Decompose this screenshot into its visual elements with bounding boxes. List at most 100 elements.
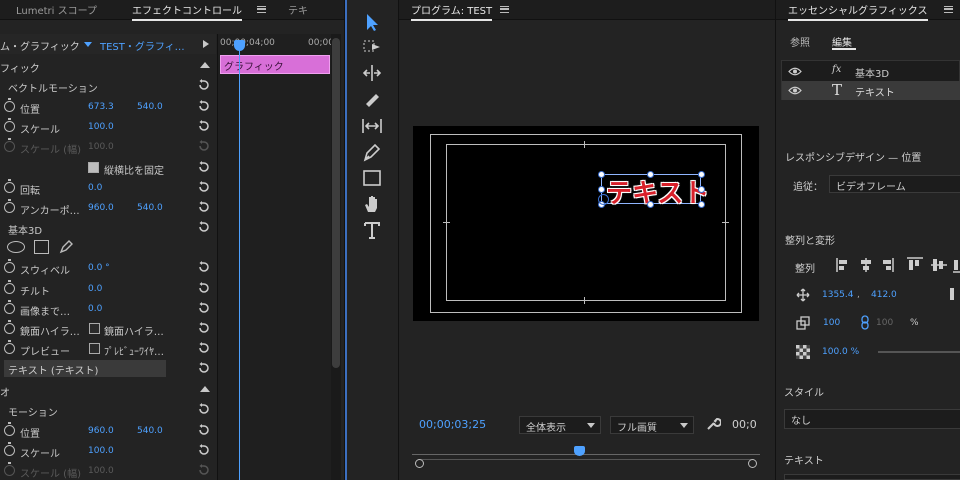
master-clip-label[interactable]: ム・グラフィック bbox=[0, 38, 80, 53]
reset-icon[interactable] bbox=[197, 119, 211, 133]
stopwatch-icon[interactable] bbox=[4, 340, 15, 354]
position-x-value[interactable]: 673.3 bbox=[88, 102, 114, 112]
stopwatch-icon[interactable] bbox=[4, 320, 15, 334]
stopwatch-icon[interactable] bbox=[4, 300, 15, 314]
tab-browse[interactable]: 参照 bbox=[790, 34, 810, 49]
transform-handle[interactable] bbox=[598, 171, 605, 178]
reset-icon[interactable] bbox=[197, 220, 211, 234]
anchor-y-value[interactable]: 540.0 bbox=[137, 203, 163, 213]
transform-handle[interactable] bbox=[698, 171, 705, 178]
track-select-tool-icon[interactable] bbox=[360, 36, 384, 58]
motion-scale-value[interactable]: 100.0 bbox=[88, 446, 114, 456]
transform-handle[interactable] bbox=[698, 186, 705, 193]
swivel-value[interactable]: 0.0 ° bbox=[88, 263, 110, 273]
reset-icon[interactable] bbox=[197, 361, 211, 375]
program-time-ruler[interactable] bbox=[412, 444, 760, 470]
stopwatch-icon[interactable] bbox=[4, 118, 15, 132]
reset-icon[interactable] bbox=[197, 78, 211, 92]
align-center-v-icon[interactable] bbox=[931, 259, 947, 271]
reset-icon[interactable] bbox=[197, 99, 211, 113]
reset-icon[interactable] bbox=[197, 301, 211, 315]
preview-wire-checkbox[interactable] bbox=[89, 343, 100, 355]
eye-icon[interactable] bbox=[788, 86, 802, 95]
zoom-scroll-end-handle[interactable] bbox=[748, 459, 757, 468]
tab-edit[interactable]: 編集 bbox=[832, 34, 852, 49]
zoom-scroll-start-handle[interactable] bbox=[415, 459, 424, 468]
playhead-handle[interactable] bbox=[574, 446, 585, 456]
stopwatch-icon[interactable] bbox=[4, 422, 15, 436]
eg-opacity-value[interactable]: 100.0 % bbox=[822, 347, 859, 357]
reset-icon[interactable] bbox=[197, 443, 211, 457]
follow-select[interactable]: ビデオフレーム bbox=[829, 175, 960, 193]
panel-menu-icon[interactable] bbox=[257, 4, 266, 15]
reset-icon[interactable] bbox=[197, 281, 211, 295]
align-right-icon[interactable] bbox=[883, 258, 894, 272]
transform-handle[interactable] bbox=[647, 171, 654, 178]
text-bounding-box[interactable]: テキスト bbox=[601, 174, 709, 209]
reset-icon[interactable] bbox=[197, 321, 211, 335]
scale-value[interactable]: 100.0 bbox=[88, 122, 114, 132]
transform-handle[interactable] bbox=[647, 201, 654, 208]
playhead-handle[interactable] bbox=[234, 40, 245, 51]
anchor-x-value[interactable]: 960.0 bbox=[88, 203, 114, 213]
play-triangle-icon[interactable] bbox=[203, 40, 209, 48]
link-icon[interactable] bbox=[860, 315, 870, 330]
position-y-value[interactable]: 540.0 bbox=[137, 102, 163, 112]
effect-controls-scrollbar[interactable] bbox=[331, 34, 341, 480]
reset-icon[interactable] bbox=[197, 402, 211, 416]
playback-resolution-select[interactable]: フル画質 bbox=[610, 416, 694, 434]
align-center-h-icon[interactable] bbox=[861, 258, 871, 272]
tab-lumetri-scopes[interactable]: Lumetri スコープ bbox=[16, 2, 97, 17]
layer-item[interactable]: T テキスト bbox=[782, 81, 960, 100]
hand-tool-icon[interactable] bbox=[360, 193, 384, 215]
align-left-icon[interactable] bbox=[836, 258, 847, 272]
layer-item[interactable]: fx 基本3D bbox=[782, 62, 960, 81]
pen-tool-icon[interactable] bbox=[360, 141, 384, 163]
pen-mask-icon[interactable] bbox=[58, 239, 74, 255]
tab-effect-controls[interactable]: エフェクトコントロール bbox=[132, 2, 242, 21]
sequence-clip-label[interactable]: TEST・グラフィ… bbox=[100, 38, 185, 53]
chevron-down-icon[interactable] bbox=[84, 42, 92, 47]
eye-icon[interactable] bbox=[788, 67, 802, 76]
type-tool-icon[interactable] bbox=[360, 219, 384, 241]
wrench-icon[interactable] bbox=[705, 416, 721, 432]
ripple-edit-tool-icon[interactable] bbox=[360, 62, 384, 84]
rectangle-mask-icon[interactable] bbox=[34, 240, 49, 254]
reset-icon[interactable] bbox=[197, 160, 211, 174]
graphic-clip[interactable]: グラフィック bbox=[220, 55, 330, 74]
collapse-icon[interactable] bbox=[200, 386, 210, 392]
reset-icon[interactable] bbox=[197, 341, 211, 355]
stopwatch-icon[interactable] bbox=[4, 179, 15, 193]
anchor-position-icon[interactable] bbox=[950, 288, 954, 300]
stopwatch-icon[interactable] bbox=[4, 98, 15, 112]
transform-handle[interactable] bbox=[698, 201, 705, 208]
collapse-icon[interactable] bbox=[200, 62, 210, 68]
zoom-level-select[interactable]: 全体表示 bbox=[519, 416, 601, 434]
ellipse-mask-icon[interactable] bbox=[7, 241, 25, 253]
specular-checkbox[interactable] bbox=[89, 323, 100, 335]
tilt-value[interactable]: 0.0 bbox=[88, 284, 102, 294]
panel-menu-icon[interactable] bbox=[500, 4, 509, 15]
rectangle-tool-icon[interactable] bbox=[360, 167, 384, 189]
reset-icon[interactable] bbox=[197, 180, 211, 194]
stopwatch-icon[interactable] bbox=[4, 199, 15, 213]
selection-tool-icon[interactable] bbox=[360, 11, 384, 33]
style-select[interactable]: なし bbox=[784, 409, 960, 429]
uniform-scale-checkbox[interactable] bbox=[88, 162, 99, 174]
align-top-icon[interactable] bbox=[907, 257, 923, 270]
reset-icon[interactable] bbox=[197, 423, 211, 437]
reset-icon[interactable] bbox=[197, 260, 211, 274]
eg-position-y[interactable]: 412.0 bbox=[871, 290, 897, 300]
anchor-point-icon[interactable] bbox=[598, 194, 609, 205]
essential-graphics-title[interactable]: エッセンシャルグラフィックス bbox=[788, 2, 928, 21]
transform-handle[interactable] bbox=[598, 186, 605, 193]
motion-position-y-value[interactable]: 540.0 bbox=[137, 426, 163, 436]
playhead-timecode[interactable]: 00;00;03;25 bbox=[419, 418, 486, 431]
slip-tool-icon[interactable] bbox=[360, 115, 384, 137]
eg-position-x[interactable]: 1355.4 bbox=[822, 290, 854, 300]
rotation-value[interactable]: 0.0 bbox=[88, 183, 102, 193]
motion-position-x-value[interactable]: 960.0 bbox=[88, 426, 114, 436]
stopwatch-icon[interactable] bbox=[4, 442, 15, 456]
program-monitor-viewer[interactable]: テキスト bbox=[413, 126, 759, 321]
eg-scale-value[interactable]: 100 bbox=[823, 318, 840, 328]
